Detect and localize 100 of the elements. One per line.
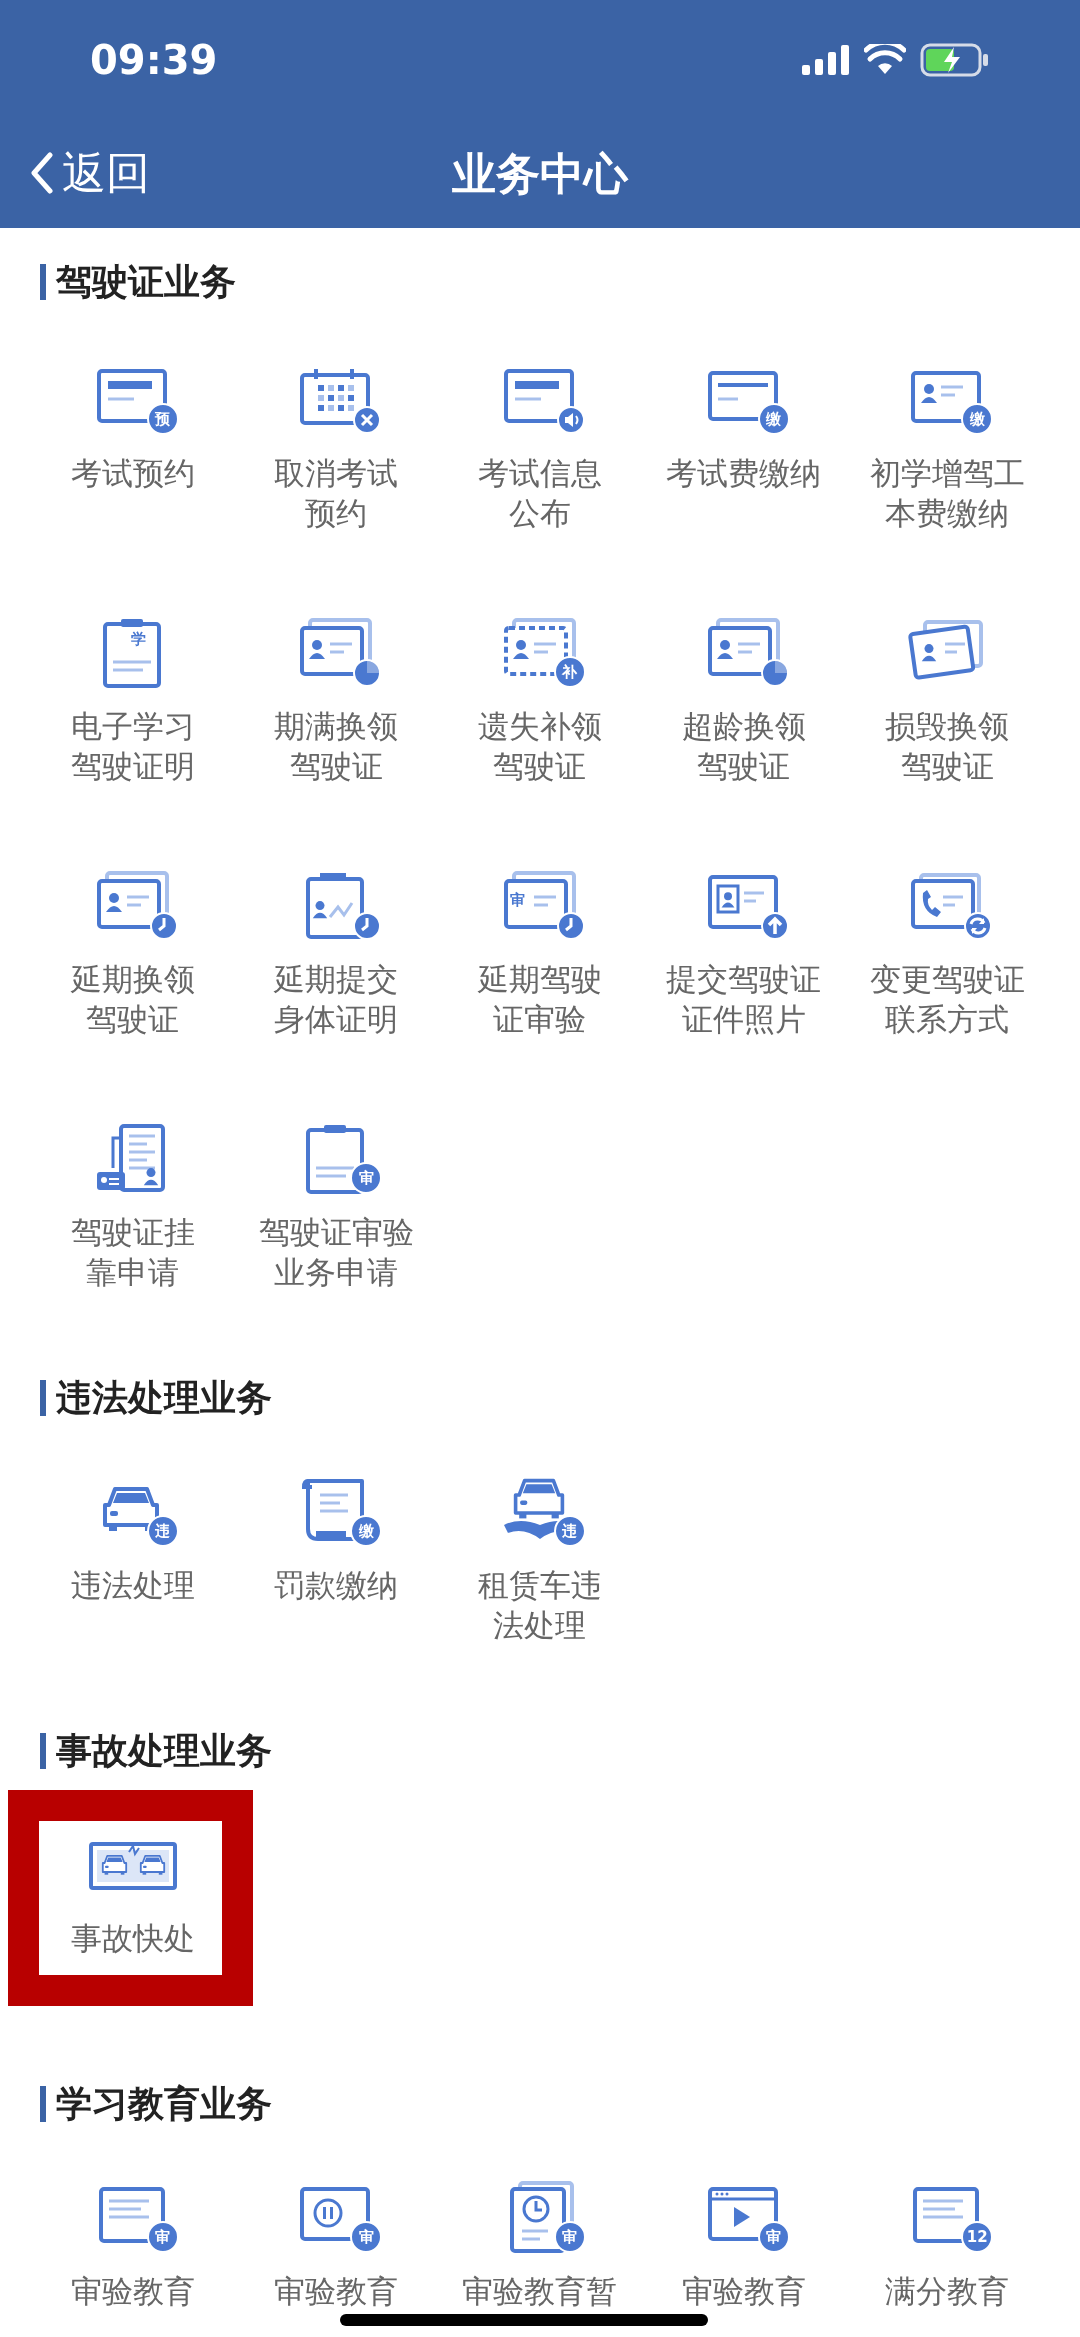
service-item[interactable]: 违 违法处理: [70, 1473, 195, 1605]
service-item[interactable]: 审 延期驾驶 证审验: [478, 867, 602, 1039]
badge-label: 12: [961, 2221, 994, 2253]
signal-icon: [802, 45, 850, 75]
badge-label: 预: [146, 403, 179, 435]
section-title: 学习教育业务: [56, 2082, 272, 2126]
service-label: 业务申请: [274, 1253, 399, 1292]
service-item[interactable]: 期满换领 驾驶证: [274, 614, 399, 786]
service-item[interactable]: 延期换领 驾驶证: [70, 867, 195, 1039]
service-label: 审验教育暂: [462, 2272, 618, 2311]
back-button[interactable]: 返回: [30, 140, 150, 206]
section-title: 事故处理业务: [56, 1729, 272, 1773]
badge-label: 审: [350, 1162, 383, 1194]
service-label: 事故快处: [70, 1919, 195, 1958]
service-label: 提交驾驶证: [666, 960, 822, 999]
service-label: 预约: [305, 494, 368, 533]
service-label: 超龄换领: [681, 707, 806, 746]
service-label: 延期驾驶: [478, 960, 602, 999]
service-item[interactable]: 审 审验教育: [70, 2179, 195, 2311]
service-item[interactable]: 超龄换领 驾驶证: [681, 614, 806, 786]
service-item[interactable]: 审 审验教育: [681, 2179, 806, 2311]
service-label: 靠申请: [86, 1253, 180, 1292]
service-label: 初学增驾工: [869, 454, 1025, 493]
service-label: 延期提交: [274, 960, 399, 999]
clock-pie-icon: [759, 658, 790, 688]
service-label: 驾驶证: [289, 747, 383, 786]
service-item[interactable]: 提交驾驶证 证件照片: [666, 867, 822, 1039]
wifi-icon: [864, 44, 906, 76]
service-label: 驾驶证审验: [258, 1213, 414, 1252]
service-label: 电子学习: [70, 707, 195, 746]
badge-label: 缴: [961, 403, 994, 435]
service-label: 驾驶证: [86, 1000, 180, 1039]
service-item[interactable]: 驾驶证挂 靠申请: [70, 1120, 195, 1292]
service-item[interactable]: 学 电子学习 驾驶证明: [70, 614, 195, 786]
service-label: 驾驶证: [697, 747, 791, 786]
service-item[interactable]: 取消考试 预约: [274, 361, 399, 533]
service-label: 延期换领: [70, 960, 195, 999]
service-item[interactable]: 缴 考试费缴纳: [666, 361, 822, 493]
service-item[interactable]: 缴 罚款缴纳: [274, 1473, 399, 1605]
service-item[interactable]: 审 驾驶证审验 业务申请: [258, 1120, 414, 1292]
battery-charging-icon: [920, 43, 990, 77]
service-item[interactable]: 延期提交 身体证明: [274, 867, 399, 1039]
service-label: 驾驶证: [493, 747, 587, 786]
service-label: 本费缴纳: [885, 494, 1010, 533]
badge-label: 缴: [350, 1515, 383, 1547]
badge-label: 违: [146, 1515, 179, 1547]
service-label: 证审验: [493, 1000, 587, 1039]
service-label: 损毁换领: [885, 707, 1010, 746]
service-label: 满分教育: [885, 2272, 1010, 2311]
badge-label: 补: [554, 656, 586, 688]
service-item[interactable]: 损毁换领 驾驶证: [885, 614, 1010, 786]
service-item[interactable]: 预 考试预约: [70, 361, 195, 493]
icon-label: 审: [510, 893, 525, 908]
badge-label: 审: [350, 2221, 383, 2253]
back-chevron-icon: [30, 152, 54, 194]
service-label: 证件照片: [681, 1000, 806, 1039]
clock-icon: [556, 911, 586, 941]
section-accent-bar: [40, 1733, 46, 1769]
service-label: 身体证明: [274, 1000, 399, 1039]
service-item[interactable]: 审 审验教育暂: [462, 2179, 618, 2311]
icon-label: 学: [130, 632, 146, 647]
service-label: 期满换领: [274, 707, 399, 746]
service-label: 驾驶证明: [70, 747, 195, 786]
section-accent-bar: [40, 2086, 46, 2122]
service-item[interactable]: 缴 初学增驾工 本费缴纳: [869, 361, 1025, 533]
service-item[interactable]: 12 满分教育: [885, 2179, 1010, 2311]
service-label: 驾驶证挂: [70, 1213, 195, 1252]
service-label: 考试信息: [478, 454, 602, 493]
service-label: 考试预约: [70, 454, 195, 493]
upload-icon: [759, 911, 790, 941]
service-label: 审验教育: [681, 2272, 806, 2311]
service-label: 审验教育: [70, 2272, 195, 2311]
service-label: 考试费缴纳: [666, 454, 822, 493]
page-title: 业务中心: [452, 147, 628, 201]
service-item[interactable]: 事故快处: [70, 1826, 195, 1958]
status-time: 09:39: [90, 36, 218, 85]
section-title: 驾驶证业务: [56, 260, 236, 304]
badge-label: 违: [554, 1515, 586, 1547]
service-label: 变更驾驶证: [869, 960, 1025, 999]
badge-label: 审: [757, 2221, 790, 2253]
section-title: 违法处理业务: [56, 1376, 272, 1420]
clock-icon: [148, 911, 179, 941]
service-item[interactable]: 变更驾驶证 联系方式: [869, 867, 1025, 1039]
service-item[interactable]: 考试信息 公布: [478, 361, 602, 533]
service-label: 驾驶证: [900, 747, 994, 786]
service-item[interactable]: 违 租赁车违 法处理: [478, 1473, 602, 1645]
service-item[interactable]: 补 遗失补领 驾驶证: [478, 614, 602, 786]
service-label: 违法处理: [70, 1566, 195, 1605]
service-label: 租赁车违: [478, 1566, 602, 1605]
service-label: 罚款缴纳: [274, 1566, 399, 1605]
service-label: 联系方式: [885, 1000, 1010, 1039]
service-label: 遗失补领: [478, 707, 602, 746]
service-label: 公布: [509, 494, 571, 533]
badge-label: 缴: [757, 403, 790, 435]
section-accent-bar: [40, 1380, 46, 1416]
service-label: 法处理: [493, 1606, 587, 1645]
speaker-icon: [556, 405, 586, 435]
section-accent-bar: [40, 264, 46, 300]
badge-label: 审: [146, 2221, 179, 2253]
service-item[interactable]: 审 审验教育: [274, 2179, 399, 2311]
